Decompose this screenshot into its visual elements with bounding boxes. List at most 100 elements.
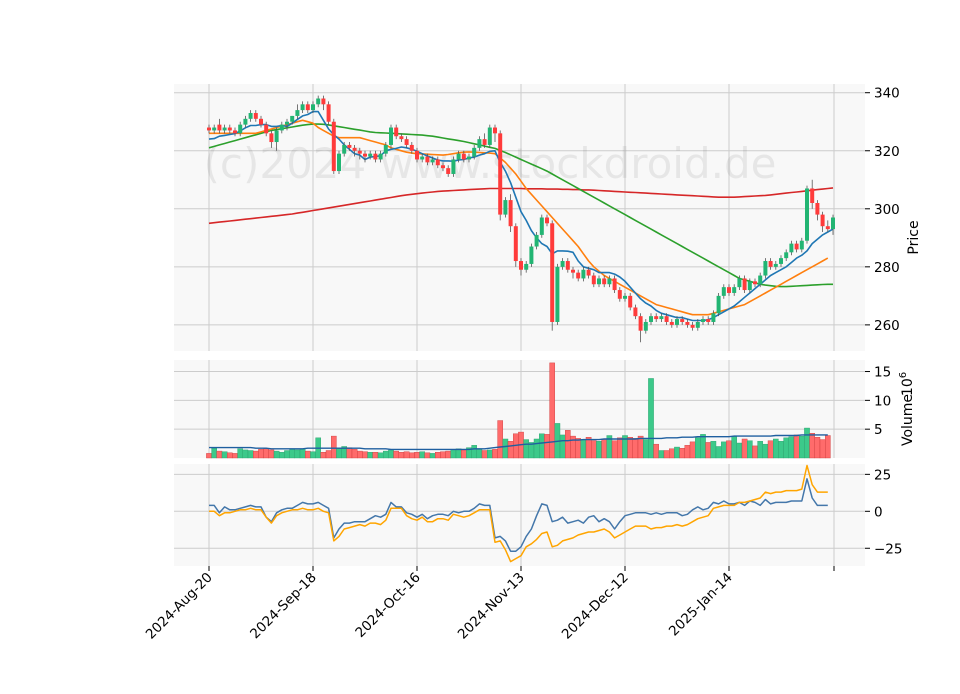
volume-bar (648, 378, 654, 459)
volume-bar (627, 437, 633, 459)
x-tick-label: 2024-Aug-20 (143, 570, 216, 643)
candle-body (477, 139, 482, 148)
candle-body (233, 130, 237, 134)
candle-body (446, 168, 451, 174)
candle-body (368, 153, 373, 157)
volume-bar (419, 451, 426, 459)
volume-bar (715, 446, 722, 459)
candle-body (482, 139, 487, 145)
volume-bar (409, 452, 415, 459)
volume-bar (331, 435, 337, 459)
volume-bar (575, 438, 581, 459)
stock-chart: (c)2024 www.stockdroid.de 260 280 300 320 34… (0, 0, 960, 690)
volume-bar (429, 453, 436, 459)
candle-body (342, 144, 347, 154)
volume-tick-label: 15 (874, 365, 891, 381)
x-tick-label: 2024-Oct-16 (352, 570, 423, 641)
volume-bar (279, 452, 285, 459)
volume-bar (643, 439, 649, 459)
candle-body (373, 153, 378, 160)
candle-body (825, 226, 830, 230)
volume-bar (461, 449, 467, 459)
candle-body (269, 133, 274, 143)
candle-body (732, 287, 737, 293)
volume-bar (450, 449, 457, 459)
candle-body (675, 319, 679, 325)
volume-bar (481, 450, 488, 459)
candle-body (649, 316, 653, 322)
candle-body (420, 156, 425, 160)
candle-body (784, 252, 789, 259)
candle-body (467, 156, 471, 160)
candle-body (279, 124, 284, 131)
volume-bar (502, 438, 509, 459)
volume-bar (507, 441, 514, 459)
candle-body (690, 324, 695, 328)
candle-body (685, 321, 690, 325)
volume-bar (757, 441, 763, 459)
candle-body (378, 153, 383, 160)
candle-body (389, 127, 393, 145)
volume-bar (559, 434, 566, 459)
volume-bar (663, 450, 670, 459)
candle-body (773, 263, 778, 267)
volume-bar (783, 437, 789, 459)
candle-body (394, 127, 399, 137)
candle-body (612, 278, 617, 291)
volume-bar (221, 451, 228, 459)
volume-bar (273, 450, 280, 459)
volume-bar (357, 450, 363, 459)
volume-exponent-base: 10 (900, 378, 916, 396)
candle-body (487, 127, 492, 145)
volume-bar (788, 436, 795, 459)
candle-body (435, 159, 440, 166)
volume-bar (804, 427, 810, 459)
volume-bar (591, 440, 597, 459)
candle-body (747, 281, 752, 291)
candle-body (264, 124, 269, 134)
volume-bar (492, 449, 498, 459)
candle-body (659, 316, 664, 320)
candle-body (560, 261, 565, 267)
volume-bar (398, 452, 405, 459)
volume-bar (679, 448, 685, 459)
volume-bar (601, 438, 607, 459)
candle-body (550, 223, 555, 322)
candle-body (555, 266, 560, 322)
volume-bar (762, 443, 769, 459)
candle-body (576, 272, 581, 279)
x-tick-label: 2024-Nov-13 (455, 570, 528, 643)
candle-body (305, 104, 310, 111)
volume-bar (741, 438, 748, 459)
volume-bar (268, 449, 275, 459)
candle-body (513, 226, 518, 262)
volume-bar (773, 438, 779, 459)
volume-bar (544, 434, 550, 459)
volume-tick-label: 5 (874, 422, 883, 438)
candle-body (815, 202, 820, 215)
candle-body (399, 136, 404, 140)
candle-body (711, 313, 716, 322)
volume-bar (393, 450, 400, 459)
candle-body (519, 261, 523, 270)
volume-bar (226, 452, 233, 459)
candle-body (337, 153, 341, 172)
volume-bar (580, 439, 587, 459)
price-axis-label: Price (906, 220, 922, 254)
candle-body (716, 295, 721, 314)
volume-bar (471, 445, 478, 459)
volume-bar (684, 445, 691, 459)
volume-bar (299, 448, 306, 459)
candle-body (300, 104, 305, 111)
candle-body (721, 287, 726, 296)
volume-bar (487, 449, 493, 459)
candle-body (207, 127, 211, 131)
candle-body (597, 278, 601, 285)
volume-bar (793, 434, 800, 459)
price-panel-bg (174, 84, 865, 351)
volume-bar (611, 440, 618, 459)
volume-bar (440, 451, 446, 459)
volume-bar (263, 448, 270, 459)
candle-body (706, 319, 711, 322)
volume-bar (242, 449, 249, 459)
